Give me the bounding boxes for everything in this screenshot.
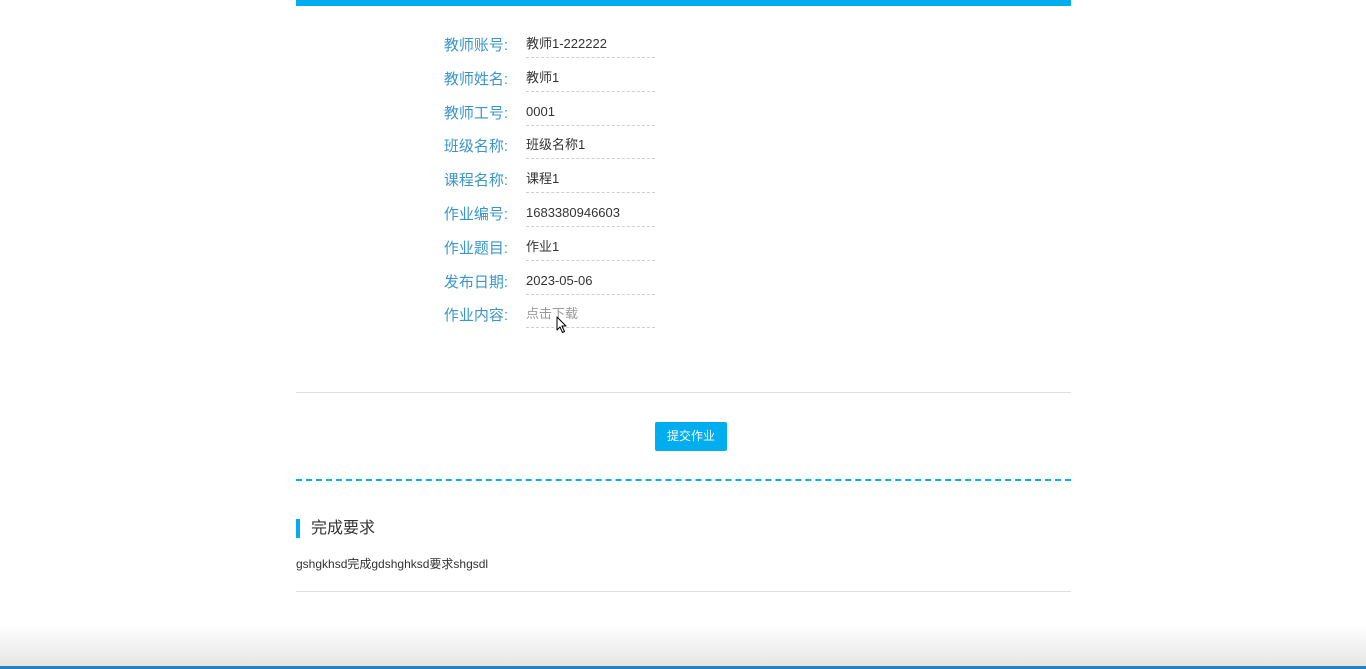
- detail-row-teacher-account: 教师账号: 教师1-222222: [296, 27, 1071, 61]
- detail-row-course-name: 课程名称: 课程1: [296, 162, 1071, 196]
- divider-top: [296, 392, 1071, 393]
- teacher-account-label: 教师账号:: [443, 37, 508, 54]
- detail-row-teacher-name: 教师姓名: 教师1: [296, 61, 1071, 95]
- publish-date-value: 2023-05-06: [526, 272, 655, 295]
- requirements-title: 完成要求: [296, 519, 375, 538]
- publish-date-label: 发布日期:: [443, 273, 508, 291]
- teacher-id-value: 0001: [526, 103, 655, 126]
- course-name-value: 课程1: [526, 170, 655, 194]
- homework-detail-list: 教师账号: 教师1-222222 教师姓名: 教师1 教师工号: 0001 班级…: [296, 27, 1071, 331]
- teacher-id-label: 教师工号:: [443, 104, 508, 122]
- detail-row-homework-content: 作业内容: 点击下载: [296, 297, 1071, 331]
- homework-number-label: 作业编号:: [443, 205, 508, 223]
- detail-row-homework-number: 作业编号: 1683380946603: [296, 196, 1071, 230]
- requirements-content: gshgkhsd完成gdshghksd要求shgsdl: [296, 557, 489, 571]
- detail-row-publish-date: 发布日期: 2023-05-06: [296, 264, 1071, 298]
- submit-homework-button[interactable]: 提交作业: [655, 422, 727, 451]
- class-name-value: 班级名称1: [526, 136, 655, 160]
- homework-title-value: 作业1: [526, 238, 655, 261]
- homework-number-value: 1683380946603: [526, 204, 655, 227]
- homework-title-label: 作业题目:: [443, 239, 508, 257]
- class-name-label: 班级名称:: [443, 138, 508, 156]
- download-link[interactable]: 点击下载: [526, 305, 655, 329]
- teacher-name-label: 教师姓名:: [443, 70, 508, 88]
- divider-dashed: [296, 479, 1071, 481]
- detail-row-teacher-id: 教师工号: 0001: [296, 95, 1071, 129]
- course-name-label: 课程名称:: [443, 172, 508, 190]
- divider-bottom: [296, 591, 1071, 592]
- teacher-account-value: 教师1-222222: [526, 35, 655, 58]
- teacher-name-value: 教师1: [526, 69, 655, 92]
- mouse-pointer-icon: [556, 316, 567, 333]
- top-accent-bar: [296, 0, 1071, 6]
- detail-row-homework-title: 作业题目: 作业1: [296, 230, 1071, 264]
- homework-detail-page: 教师账号: 教师1-222222 教师姓名: 教师1 教师工号: 0001 班级…: [0, 0, 1366, 669]
- footer-shade: [0, 626, 1366, 667]
- detail-row-class-name: 班级名称: 班级名称1: [296, 128, 1071, 162]
- homework-content-label: 作业内容:: [443, 307, 508, 325]
